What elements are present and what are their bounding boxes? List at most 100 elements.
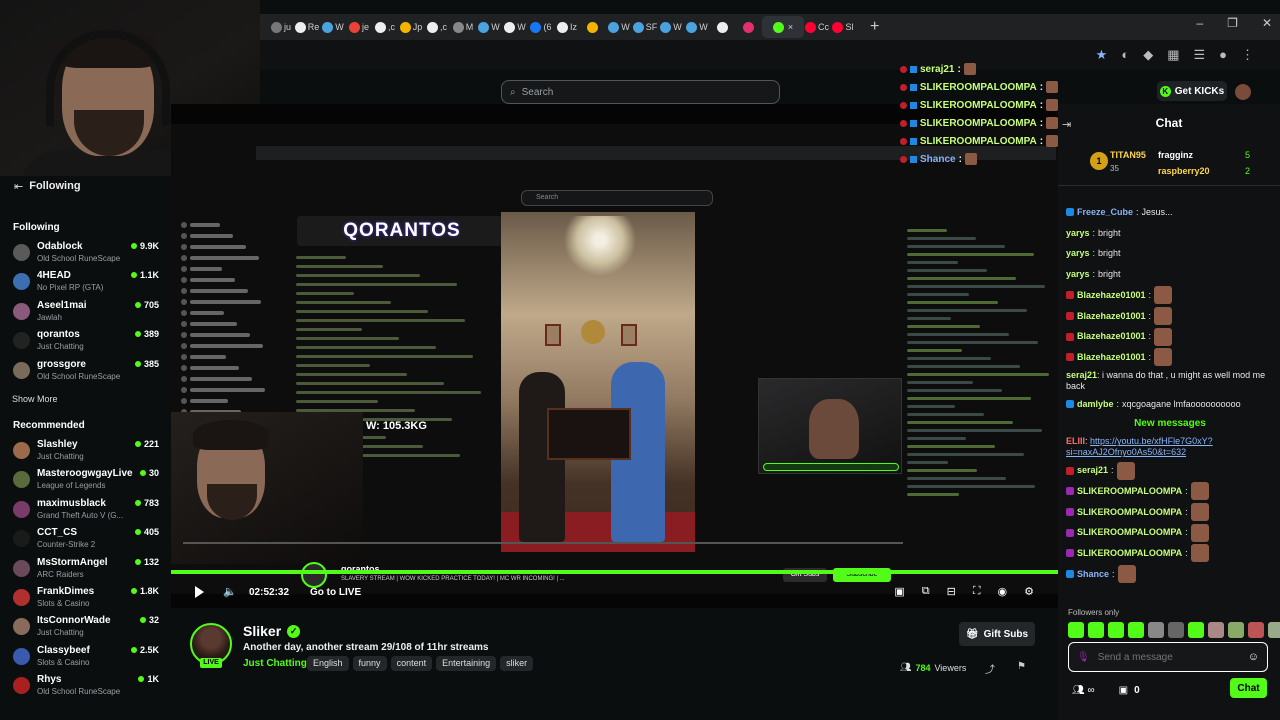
stream-category[interactable]: Just Chatting [243,658,307,669]
emote-icon[interactable] [1268,622,1280,638]
show-more-link[interactable]: Show More [12,394,58,404]
chat-username[interactable]: SLIKEROOMPALOOMPA [1077,543,1182,564]
browser-tab[interactable]: Cc [804,16,830,38]
emote-icon[interactable] [1128,622,1144,638]
minimize-icon[interactable]: – [1196,16,1203,30]
kicks-icon[interactable]: ▣ [1119,685,1128,696]
browser-tab[interactable] [580,16,606,38]
clip-icon[interactable]: ◉ [998,585,1008,598]
sidebar-channel[interactable]: CCT_CS Counter-Strike 2 405 [0,524,171,553]
emote-icon[interactable] [1228,622,1244,638]
player-progress-bar[interactable] [171,570,1058,574]
chat-username[interactable]: Blazehaze01001 [1077,347,1146,368]
stream-tag[interactable]: English [307,656,349,671]
emote-icon[interactable] [1068,622,1084,638]
report-icon[interactable]: ⚑ [1017,661,1026,672]
more-icon[interactable]: ⋮ [1241,47,1254,63]
chat-username[interactable]: damlybe [1077,394,1114,415]
chat-input-box[interactable]: 🎙︎ ☺ [1068,642,1268,672]
go-to-live-button[interactable]: Go to LIVE [310,587,361,598]
sidebar-channel[interactable]: grossgore Old School RuneScape 385 [0,356,171,385]
chat-username[interactable]: Blazehaze01001 [1077,306,1146,327]
sidebar-channel[interactable]: Slashley Just Chatting 221 [0,436,171,465]
menu-icon[interactable]: ☰ [1193,47,1205,63]
user-avatar[interactable] [1235,84,1251,100]
stream-tag[interactable]: content [390,656,433,671]
browser-tab[interactable]: (6 [528,16,554,38]
settings-icon[interactable]: ⚙ [1024,585,1034,598]
puzzle-icon[interactable]: ▦ [1167,47,1179,63]
gift-subs-button[interactable]: 🎁︎ Gift Subs [959,622,1035,646]
browser-tab[interactable]: SF [632,16,658,38]
browser-tab[interactable]: Re [294,16,320,38]
browser-tab[interactable] [710,16,736,38]
share-icon[interactable]: ⤴ [985,661,995,676]
stream-tag[interactable]: sliker [500,656,534,671]
theater-icon[interactable]: ⧉ [922,585,930,598]
sidebar-channel[interactable]: Classybeef Slots & Casino 2.5K [0,642,171,671]
sidebar-channel[interactable]: Odablock Old School RuneScape 9.9K [0,238,171,267]
emote-icon[interactable] [1248,622,1264,638]
pip-icon[interactable]: ▣ [894,585,904,598]
video-player[interactable]: Search QORANTOS W: 105.3KG qorantos SLAV… [171,104,1058,608]
fullscreen-icon[interactable]: ⛶ [973,585,981,598]
browser-tab[interactable]: W [502,16,528,38]
chat-username[interactable]: yarys [1066,243,1090,264]
browser-tab[interactable]: Sl [830,16,856,38]
get-kicks-button[interactable]: K Get KICKs [1157,81,1227,101]
search-bar[interactable]: ⌕ Search [501,80,780,104]
sidebar-channel[interactable]: qorantos Just Chatting 389 [0,326,171,355]
emoji-icon[interactable]: ☺ [1248,651,1259,663]
sidebar-channel[interactable]: FrankDimes Slots & Casino 1.8K [0,583,171,612]
sidebar-channel[interactable]: Aseel1mai Jawlah 705 [0,297,171,326]
browser-tab[interactable] [736,16,762,38]
browser-tab[interactable]: W [320,16,346,38]
sidebar-channel[interactable]: ItsConnorWade Just Chatting 32 [0,612,171,641]
chat-username[interactable]: SLIKEROOMPALOOMPA [1077,481,1182,502]
chat-username[interactable]: Freeze_Cube [1077,202,1133,223]
browser-tab[interactable]: W [606,16,632,38]
browser-tab[interactable]: × [762,16,804,38]
chat-username[interactable]: Blazehaze01001 [1077,285,1146,306]
browser-tab[interactable]: W [658,16,684,38]
sidebar-channel[interactable]: maximusblack Grand Theft Auto V (G... 783 [0,495,171,524]
chat-username[interactable]: ELIII [1066,436,1085,446]
chat-username[interactable]: seraj21 [1077,460,1108,481]
users-icon[interactable]: 👥︎ ∞ [1072,685,1095,696]
sidebar-collapse[interactable]: ⇤ Following [0,176,171,196]
emote-icon[interactable] [1168,622,1184,638]
new-messages-divider[interactable]: New messages [1066,414,1274,434]
browser-tab[interactable]: ,c [424,16,450,38]
sidebar-channel[interactable]: 4HEAD No Pixel RP (GTA) 1.1K [0,267,171,296]
stream-tag[interactable]: funny [352,656,387,671]
chat-username[interactable]: yarys [1066,264,1090,285]
new-tab-button[interactable]: + [870,18,879,36]
miniplayer-icon[interactable]: ⊟ [947,585,956,598]
stream-tag[interactable]: Entertaining [436,656,497,671]
browser-tab[interactable]: W [684,16,710,38]
chat-username[interactable]: SLIKEROOMPALOOMPA [1077,522,1182,543]
streamer-name[interactable]: Sliker [243,623,281,639]
volume-icon[interactable]: 🔈 [223,585,237,598]
browser-tab[interactable]: M [450,16,476,38]
chat-link[interactable]: https://youtu.be/xfHFle7G0xY?si=naxAJ2Of… [1066,436,1213,457]
sidebar-channel[interactable]: MsStormAngel ARC Raiders 132 [0,554,171,583]
browser-tab[interactable]: W [476,16,502,38]
sidebar-channel[interactable]: Rhys Old School RuneScape 1K [0,671,171,700]
browser-tab[interactable]: Iz [554,16,580,38]
sidebar-channel[interactable]: MasteroogwgayLive League of Legends 30 [0,465,171,494]
emote-icon[interactable] [1188,622,1204,638]
emote-icon[interactable] [1108,622,1124,638]
browser-tab[interactable]: ,c [372,16,398,38]
browser-tab[interactable]: Jp [398,16,424,38]
browser-tab[interactable]: ju [268,16,294,38]
extension-icon[interactable]: ◆ [1143,47,1153,63]
tab-close-icon[interactable]: × [788,22,793,32]
chat-username[interactable]: yarys [1066,223,1090,244]
chat-username[interactable]: SLIKEROOMPALOOMPA [1077,502,1182,523]
mic-icon[interactable]: 🎙︎ [1077,652,1090,663]
emote-icon[interactable] [1148,622,1164,638]
emote-icon[interactable] [1088,622,1104,638]
chat-username[interactable]: Blazehaze01001 [1077,326,1146,347]
profile-icon[interactable]: ● [1219,47,1227,63]
